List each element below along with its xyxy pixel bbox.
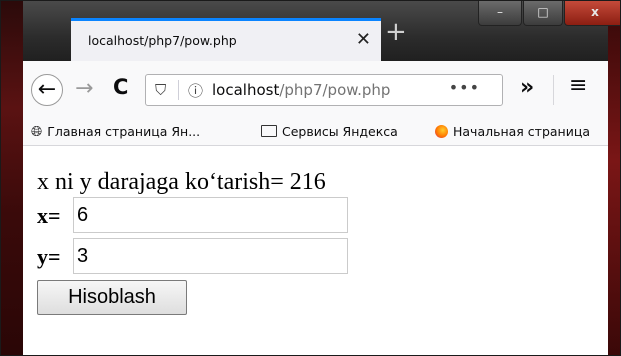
address-bar[interactable]: ⛉ ⓘ localhost/php7/pow.php ••• [145,74,503,106]
calculate-button[interactable]: Hisoblash [37,280,187,315]
hamburger-menu-icon[interactable]: ≡ [569,73,587,98]
bookmark-start-page[interactable]: Начальная страница [435,124,590,139]
page-actions-icon[interactable]: ••• [449,78,480,97]
page-content: x ni y darajaga ko‘tarish= 216 x= 6 y= 3… [23,146,608,355]
browser-titlebar: localhost/php7/pow.php ✕ + – □ x [23,1,620,61]
screenshot-frame: localhost/php7/pow.php ✕ + – □ x ← → C ⛉… [0,0,621,356]
globe-icon: 🌐︎ [31,124,43,140]
reload-icon[interactable]: C [113,75,128,99]
back-arrow-icon[interactable]: ← [31,74,63,106]
x-input[interactable]: 6 [73,197,348,233]
bookmark-yandex-home[interactable]: 🌐︎ Главная страница Ян... [31,124,200,140]
tab-active[interactable]: localhost/php7/pow.php ✕ [71,18,381,61]
overflow-chevron-icon[interactable]: » [520,75,534,100]
minimize-button[interactable]: – [478,1,522,26]
bookmark-yandex-services[interactable]: Сервисы Яндекса [261,124,398,139]
bookmark-label: Сервисы Яндекса [282,124,398,139]
navigation-toolbar: ← → C ⛉ ⓘ localhost/php7/pow.php ••• » ≡ [23,61,608,121]
bookmark-label: Главная страница Ян... [47,124,201,139]
new-tab-icon[interactable]: + [385,19,407,45]
window-controls: – □ x [478,1,620,29]
folder-icon [261,125,277,137]
desktop-background-right [606,1,620,355]
urlbar-divider [178,80,179,100]
y-label: y= [37,244,61,269]
firefox-icon [435,125,448,138]
tab-title: localhost/php7/pow.php [88,33,237,48]
url-path: /php7/pow.php [279,81,391,99]
info-icon[interactable]: ⓘ [188,80,203,101]
x-label: x= [37,203,61,228]
desktop-background-left [1,1,23,355]
tab-close-icon[interactable]: ✕ [356,29,371,50]
maximize-button[interactable]: □ [523,1,563,26]
url-host: localhost [212,81,280,99]
forward-arrow-icon[interactable]: → [75,76,93,101]
close-window-button[interactable]: x [564,1,620,26]
y-input[interactable]: 3 [73,238,348,274]
url-text[interactable]: localhost/php7/pow.php [212,81,390,99]
result-text: x ni y darajaga ko‘tarish= 216 [37,169,326,195]
bookmarks-toolbar: 🌐︎ Главная страница Ян... Сервисы Яндекса… [23,121,608,146]
toolbar-divider [553,75,554,105]
bookmark-label: Начальная страница [453,124,590,139]
shield-icon[interactable]: ⛉ [155,81,166,99]
